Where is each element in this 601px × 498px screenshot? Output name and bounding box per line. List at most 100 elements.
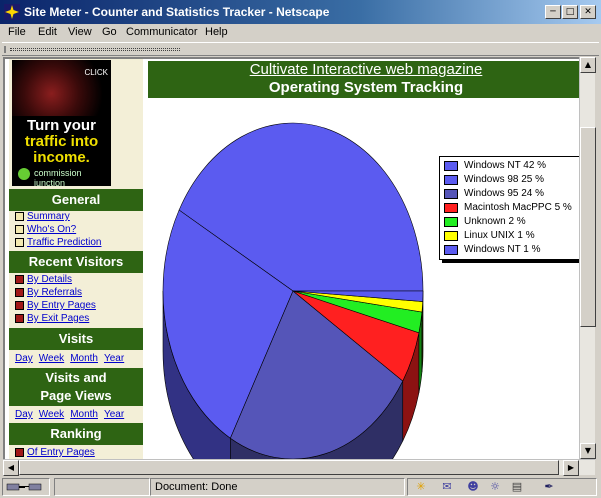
recent-visitors-heading: Recent Visitors (9, 251, 143, 273)
bullet-icon (15, 314, 24, 323)
bullet-icon (15, 238, 24, 247)
legend-swatch (444, 231, 458, 241)
discussion-groups-icon[interactable]: ☻ (464, 479, 482, 495)
status-bar: Document: Done ✳ ✉ ☻ ☼ ▤ ✒ (0, 476, 601, 498)
menu-help[interactable]: Help (205, 26, 228, 38)
ad-headline: Turn your traffic into income. (12, 118, 111, 166)
visits-day-link[interactable]: Day (15, 353, 33, 364)
security-panel[interactable] (2, 478, 50, 496)
legend-label: Linux UNIX 1 % (464, 230, 535, 241)
ad-brand: commission junction (34, 168, 82, 186)
bullet-icon (15, 212, 24, 221)
menu-communicator[interactable]: Communicator (126, 26, 198, 38)
maximize-icon: □ (565, 7, 575, 17)
ad-headline-line2: traffic into (24, 133, 99, 150)
legend-swatch (444, 203, 458, 213)
ad-headline-line1: Turn your (27, 117, 96, 134)
visits-week-link[interactable]: Week (39, 353, 64, 364)
arrow-down-icon: ▼ (584, 446, 592, 455)
menu-edit[interactable]: Edit (38, 26, 57, 38)
close-icon: ✕ (584, 7, 592, 17)
bullet-icon (15, 225, 24, 234)
title-bar[interactable]: Site Meter - Counter and Statistics Trac… (0, 0, 601, 24)
page-views-period-links: Day Week Month Year (15, 409, 130, 420)
visits-period-links: Day Week Month Year (15, 353, 130, 364)
page-views-month-link[interactable]: Month (70, 409, 98, 420)
menu-file[interactable]: File (8, 26, 26, 38)
visits-page-views-heading-line2: Page Views (40, 388, 112, 403)
edit-pen-icon[interactable]: ✒ (540, 479, 558, 495)
scroll-down-button[interactable]: ▼ (580, 443, 596, 459)
link-by-details[interactable]: By Details (27, 274, 72, 285)
menu-view[interactable]: View (68, 26, 92, 38)
page-title: Operating System Tracking (268, 79, 464, 96)
horizontal-scrollbar[interactable]: ◀ ▶ (3, 459, 595, 476)
sidebar: CLICK Turn your traffic into income. com… (9, 59, 143, 459)
mail-icon[interactable]: ✉ (438, 479, 456, 495)
visits-year-link[interactable]: Year (104, 353, 124, 364)
legend-label: Macintosh MacPPC 5 % (464, 202, 572, 213)
legend-swatch (444, 189, 458, 199)
legend-swatch (444, 175, 458, 185)
collapsed-toolbar[interactable] (2, 42, 599, 56)
netscape-app-icon[interactable] (4, 4, 20, 20)
arrow-up-icon: ▲ (584, 60, 592, 69)
bullet-icon (15, 288, 24, 297)
horizontal-scroll-thumb[interactable] (19, 460, 559, 475)
visits-month-link[interactable]: Month (70, 353, 98, 364)
ranking-heading: Ranking (9, 423, 143, 445)
legend-label: Windows NT 42 % (464, 160, 547, 171)
legend-label: Unknown 2 % (464, 216, 526, 227)
chart-legend: Windows NT 42 % Windows 98 25 % Windows 95… (439, 156, 579, 260)
page-viewport: CLICK Turn your traffic into income. com… (3, 57, 579, 459)
status-text: Document: Done (155, 481, 238, 493)
menu-go[interactable]: Go (102, 26, 117, 38)
legend-swatch (444, 217, 458, 227)
page-views-week-link[interactable]: Week (39, 409, 64, 420)
toolbar-collapsed-dashes (10, 48, 180, 51)
menu-bar: File Edit View Go Communicator Help (0, 24, 601, 42)
bullet-icon (15, 301, 24, 310)
scroll-right-button[interactable]: ▶ (563, 460, 579, 476)
toolbar-grip-handle[interactable] (4, 46, 6, 53)
vertical-scroll-thumb[interactable] (580, 127, 596, 327)
link-by-exit-pages[interactable]: By Exit Pages (27, 313, 89, 324)
link-whos-on[interactable]: Who's On? (27, 224, 76, 235)
window-title: Site Meter - Counter and Statistics Trac… (24, 5, 330, 19)
minimize-button[interactable]: ─ (545, 5, 561, 19)
commission-junction-logo-icon (18, 168, 30, 180)
ad-click-label: CLICK (84, 68, 108, 77)
magazine-link[interactable]: Cultivate Interactive web magazine (148, 61, 579, 79)
ad-headline-line3: income. (33, 149, 90, 166)
vertical-scrollbar[interactable]: ▲ ▼ (579, 57, 596, 459)
legend-swatch (444, 161, 458, 171)
close-button[interactable]: ✕ (580, 5, 596, 19)
scroll-left-button[interactable]: ◀ (3, 460, 19, 476)
link-by-entry-pages[interactable]: By Entry Pages (27, 300, 96, 311)
bullet-icon (15, 448, 24, 457)
link-traffic-prediction[interactable]: Traffic Prediction (27, 237, 101, 248)
composer-icon[interactable]: ▤ (508, 479, 526, 495)
ad-banner[interactable]: CLICK Turn your traffic into income. com… (12, 60, 111, 186)
page-views-day-link[interactable]: Day (15, 409, 33, 420)
general-heading: General (9, 189, 143, 211)
legend-label: Windows 95 24 % (464, 188, 545, 199)
address-book-icon[interactable]: ☼ (486, 479, 504, 495)
bullet-icon (15, 275, 24, 284)
arrow-right-icon: ▶ (567, 463, 575, 472)
connection-plug-icon (6, 483, 42, 491)
legend-label: Windows NT 1 % (464, 244, 541, 255)
scroll-up-button[interactable]: ▲ (580, 57, 596, 73)
maximize-button[interactable]: □ (562, 5, 578, 19)
visits-page-views-heading: Visits and Page Views (9, 368, 143, 406)
page-views-year-link[interactable]: Year (104, 409, 124, 420)
os-pie-chart (162, 122, 424, 459)
link-by-referrals[interactable]: By Referrals (27, 287, 82, 298)
link-summary[interactable]: Summary (27, 211, 70, 222)
link-of-entry-pages[interactable]: Of Entry Pages (27, 447, 95, 458)
legend-label: Windows 98 25 % (464, 174, 545, 185)
navigator-icon[interactable]: ✳ (412, 479, 430, 495)
minimize-icon: ─ (550, 7, 556, 17)
legend-swatch (444, 245, 458, 255)
main-header: Cultivate Interactive web magazine Opera… (148, 61, 579, 98)
